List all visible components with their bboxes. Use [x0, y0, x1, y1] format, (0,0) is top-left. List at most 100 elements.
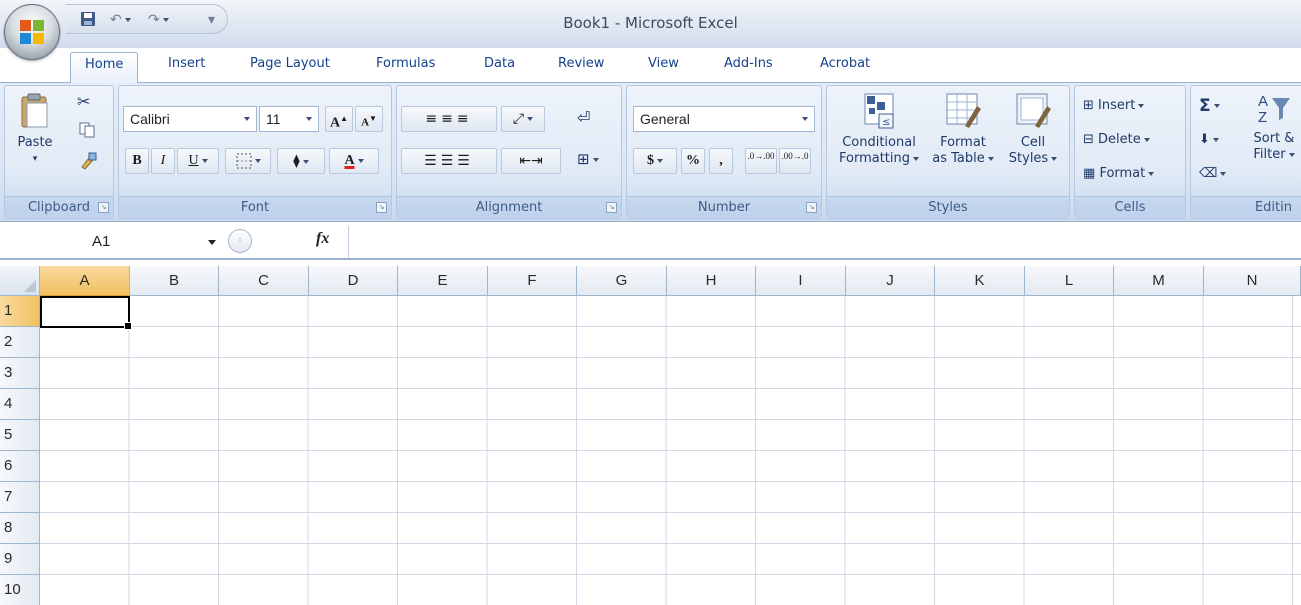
- increase-decimal-button[interactable]: .0→.00: [745, 148, 777, 174]
- tab-data[interactable]: Data: [484, 52, 515, 82]
- office-button[interactable]: [4, 4, 60, 60]
- paste-button[interactable]: Paste ▾: [11, 92, 59, 167]
- font-color-icon: A: [344, 153, 355, 168]
- currency-button[interactable]: $: [633, 148, 677, 174]
- format-cells-icon: ▦: [1083, 166, 1096, 181]
- decrease-decimal-button[interactable]: .00→.0: [779, 148, 811, 174]
- conditional-formatting-icon: ≤: [864, 93, 894, 129]
- insert-cells-button[interactable]: ⊞ Insert: [1083, 98, 1145, 113]
- active-cell-a1[interactable]: [40, 296, 132, 330]
- tab-review[interactable]: Review: [558, 52, 604, 82]
- formula-bar: A1 ◦ fx: [0, 224, 1301, 260]
- column-header-f[interactable]: F: [488, 266, 577, 296]
- row-header-8[interactable]: 8: [0, 513, 40, 544]
- tab-home[interactable]: Home: [70, 52, 139, 83]
- svg-text:≤: ≤: [882, 117, 890, 128]
- tab-acrobat[interactable]: Acrobat: [820, 52, 870, 82]
- name-box-dropdown-icon[interactable]: [208, 240, 216, 245]
- format-as-table-button[interactable]: Format as Table: [927, 92, 999, 167]
- row-header-2[interactable]: 2: [0, 327, 40, 358]
- grow-font-button[interactable]: A▲: [325, 106, 353, 132]
- window-title: Book1 - Microsoft Excel: [563, 14, 738, 32]
- bold-button[interactable]: B: [125, 148, 149, 174]
- paste-dropdown-icon[interactable]: ▾: [11, 151, 59, 167]
- format-cells-button[interactable]: ▦ Format: [1083, 166, 1155, 181]
- format-painter-icon[interactable]: [79, 152, 97, 174]
- number-label: Number: [627, 196, 821, 218]
- merge-center-icon[interactable]: ⊞: [577, 150, 599, 168]
- delete-cells-button[interactable]: ⊟ Delete: [1083, 132, 1150, 147]
- select-all-button[interactable]: [0, 266, 40, 296]
- formula-input[interactable]: [348, 226, 1301, 258]
- comma-button[interactable]: ,: [709, 148, 733, 174]
- tab-page-layout[interactable]: Page Layout: [250, 52, 330, 82]
- indent-buttons[interactable]: ⇤⇥: [501, 148, 561, 174]
- row-header-4[interactable]: 4: [0, 389, 40, 420]
- sort-filter-icon: A Z: [1258, 93, 1290, 126]
- row-header-1[interactable]: 1: [0, 296, 40, 327]
- conditional-formatting-button[interactable]: ≤ Conditional Formatting: [833, 92, 925, 167]
- cell-styles-button[interactable]: Cell Styles: [1001, 92, 1065, 167]
- borders-button[interactable]: [225, 148, 271, 174]
- column-header-i[interactable]: I: [756, 266, 846, 296]
- column-header-n[interactable]: N: [1204, 266, 1301, 296]
- worksheet-grid: A B C D E F G H I J K L M N 1 2 3 4 5 6 …: [0, 266, 1301, 605]
- column-header-l[interactable]: L: [1025, 266, 1114, 296]
- column-header-c[interactable]: C: [219, 266, 309, 296]
- styles-group: ≤ Conditional Formatting Format as Table…: [826, 85, 1070, 219]
- column-header-m[interactable]: M: [1114, 266, 1204, 296]
- formula-expand-icon[interactable]: ◦: [228, 229, 252, 253]
- copy-icon[interactable]: [79, 122, 95, 142]
- row-header-3[interactable]: 3: [0, 358, 40, 389]
- name-box[interactable]: A1: [6, 227, 224, 257]
- format-as-table-icon: [946, 93, 981, 128]
- alignment-launcher-icon[interactable]: ↘: [606, 202, 617, 213]
- tab-add-ins[interactable]: Add-Ins: [724, 52, 773, 82]
- number-format-select[interactable]: General: [633, 106, 815, 132]
- office-logo-icon: [20, 20, 44, 44]
- row-header-6[interactable]: 6: [0, 451, 40, 482]
- column-header-e[interactable]: E: [398, 266, 488, 296]
- number-launcher-icon[interactable]: ↘: [806, 202, 817, 213]
- autosum-button[interactable]: Σ: [1199, 96, 1220, 116]
- orientation-button[interactable]: ⤢: [501, 106, 545, 132]
- shrink-font-button[interactable]: A▼: [355, 106, 383, 132]
- column-header-k[interactable]: K: [935, 266, 1025, 296]
- cut-icon[interactable]: ✂: [77, 92, 90, 111]
- column-header-j[interactable]: J: [846, 266, 935, 296]
- cell-area[interactable]: [40, 296, 1301, 605]
- font-launcher-icon[interactable]: ↘: [376, 202, 387, 213]
- font-group: Calibri 11 A▲ A▼ B I U ⧫ A Font ↘: [118, 85, 392, 219]
- column-header-a[interactable]: A: [40, 266, 130, 296]
- horizontal-align-buttons[interactable]: ☰☰☰: [401, 148, 497, 174]
- tab-insert[interactable]: Insert: [168, 52, 205, 82]
- font-size-value: 11: [266, 111, 281, 127]
- underline-button[interactable]: U: [177, 148, 219, 174]
- clear-icon[interactable]: ⌫: [1199, 166, 1227, 181]
- cell-styles-icon: [1016, 93, 1051, 128]
- percent-button[interactable]: %: [681, 148, 705, 174]
- insert-function-button[interactable]: fx: [316, 230, 329, 248]
- wrap-text-icon[interactable]: ⏎: [577, 108, 590, 127]
- row-header-5[interactable]: 5: [0, 420, 40, 451]
- tab-view[interactable]: View: [648, 52, 679, 82]
- row-header-7[interactable]: 7: [0, 482, 40, 513]
- sort-filter-button[interactable]: A Z Sort & Filter: [1243, 90, 1301, 163]
- row-header-9[interactable]: 9: [0, 544, 40, 575]
- fill-icon[interactable]: ⬇: [1199, 132, 1219, 147]
- svg-text:Z: Z: [1258, 109, 1267, 126]
- clipboard-launcher-icon[interactable]: ↘: [98, 202, 109, 213]
- font-size-select[interactable]: 11: [259, 106, 319, 132]
- row-header-10[interactable]: 10: [0, 575, 40, 605]
- format-as-table-label-2: as Table: [927, 151, 999, 167]
- column-header-g[interactable]: G: [577, 266, 667, 296]
- fill-color-button[interactable]: ⧫: [277, 148, 325, 174]
- font-family-select[interactable]: Calibri: [123, 106, 257, 132]
- column-header-h[interactable]: H: [667, 266, 756, 296]
- vertical-align-buttons[interactable]: ≡≡≡: [401, 106, 497, 132]
- column-header-b[interactable]: B: [130, 266, 219, 296]
- column-header-d[interactable]: D: [309, 266, 398, 296]
- tab-formulas[interactable]: Formulas: [376, 52, 435, 82]
- font-color-button[interactable]: A: [329, 148, 379, 174]
- italic-button[interactable]: I: [151, 148, 175, 174]
